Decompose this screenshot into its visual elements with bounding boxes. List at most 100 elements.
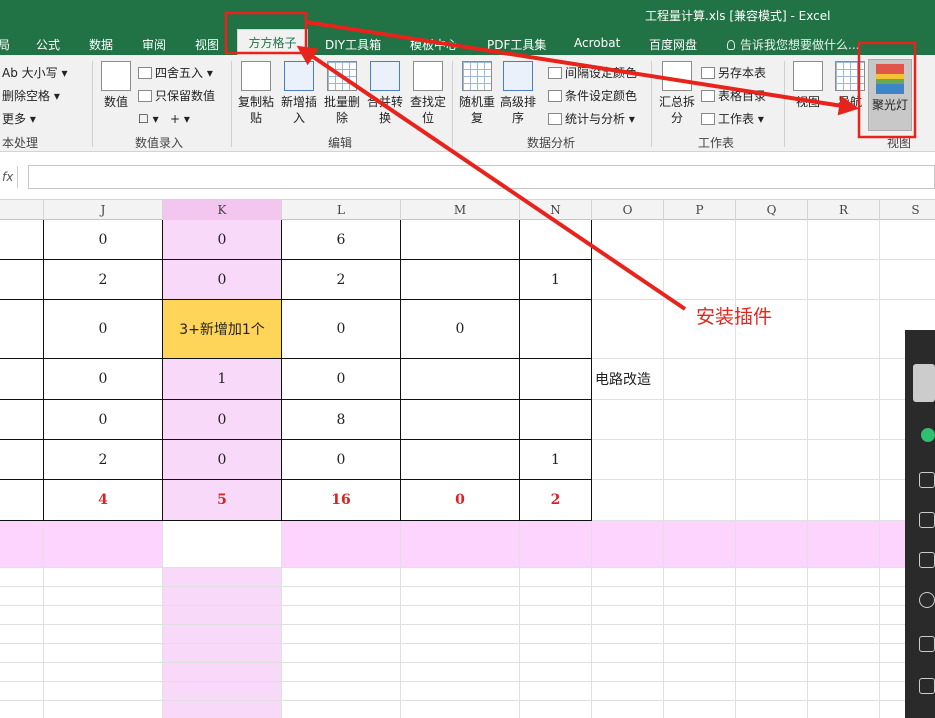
column-header-p[interactable]: P xyxy=(664,200,736,220)
empty-cell[interactable] xyxy=(736,480,808,521)
table-cell[interactable]: 0 xyxy=(44,400,163,440)
cell-i[interactable] xyxy=(0,440,44,480)
empty-cell[interactable] xyxy=(736,701,808,718)
empty-cell[interactable] xyxy=(282,682,401,701)
empty-cell[interactable] xyxy=(163,682,282,701)
empty-cell[interactable] xyxy=(163,644,282,663)
empty-cell[interactable] xyxy=(808,260,880,300)
empty-cell[interactable] xyxy=(664,644,736,663)
spotlight-button[interactable]: 聚光灯 xyxy=(868,59,912,131)
empty-cell[interactable] xyxy=(401,625,520,644)
empty-cell[interactable] xyxy=(282,644,401,663)
column-header-l[interactable]: L xyxy=(282,200,401,220)
highlight-row-cell[interactable] xyxy=(163,521,282,568)
tab-diy-toolbox[interactable]: DIY工具箱 xyxy=(325,36,381,53)
table-cell[interactable]: 3+新增加1个 xyxy=(163,300,282,359)
total-cell[interactable]: 0 xyxy=(401,480,520,521)
highlight-row-cell[interactable] xyxy=(808,521,880,568)
empty-cell[interactable] xyxy=(808,625,880,644)
table-cell[interactable]: 0 xyxy=(44,359,163,400)
empty-cell[interactable] xyxy=(664,663,736,682)
total-cell[interactable]: 5 xyxy=(163,480,282,521)
empty-cell[interactable] xyxy=(163,625,282,644)
tab-data[interactable]: 数据 xyxy=(89,36,113,53)
view-button[interactable]: 视图 xyxy=(786,61,830,110)
empty-cell[interactable] xyxy=(736,587,808,606)
highlight-row-cell[interactable] xyxy=(592,521,664,568)
empty-cell[interactable] xyxy=(736,644,808,663)
table-cell[interactable]: 0 xyxy=(282,300,401,359)
empty-cell[interactable] xyxy=(592,300,664,359)
empty-cell[interactable] xyxy=(592,440,664,480)
stats-analysis-button[interactable]: 统计与分析 ▾ xyxy=(548,109,635,129)
table-cell[interactable]: 0 xyxy=(163,260,282,300)
empty-cell[interactable] xyxy=(736,663,808,682)
empty-cell[interactable] xyxy=(808,300,880,359)
highlight-row-cell[interactable] xyxy=(0,521,44,568)
table-cell[interactable] xyxy=(401,440,520,480)
empty-cell[interactable] xyxy=(0,625,44,644)
total-cell[interactable]: 2 xyxy=(520,480,592,521)
empty-cell[interactable] xyxy=(592,400,664,440)
navigation-button[interactable]: 导航 xyxy=(828,61,872,110)
table-cell[interactable]: 0 xyxy=(401,300,520,359)
merge-convert-button[interactable]: 合并转换 xyxy=(363,61,407,126)
chat-icon[interactable] xyxy=(921,428,935,442)
empty-cell[interactable] xyxy=(44,606,163,625)
conditional-color-button[interactable]: 条件设定颜色 xyxy=(548,86,637,106)
empty-cell[interactable] xyxy=(808,701,880,718)
empty-cell[interactable] xyxy=(736,568,808,587)
empty-cell[interactable] xyxy=(592,701,664,718)
empty-cell[interactable] xyxy=(163,663,282,682)
aperture-icon[interactable] xyxy=(919,592,935,608)
empty-cell[interactable] xyxy=(592,480,664,521)
empty-cell[interactable] xyxy=(664,568,736,587)
column-header-o[interactable]: O xyxy=(592,200,664,220)
round-button[interactable]: 四舍五入 ▾ xyxy=(138,63,213,83)
copy-paste-button[interactable]: 复制粘贴 xyxy=(234,61,278,126)
note-cell[interactable]: 电路改造 xyxy=(592,359,664,400)
empty-cell[interactable] xyxy=(736,400,808,440)
empty-cell[interactable] xyxy=(736,220,808,260)
table-cell[interactable]: 2 xyxy=(44,440,163,480)
empty-cell[interactable] xyxy=(664,400,736,440)
total-cell[interactable]: 16 xyxy=(282,480,401,521)
table-cell[interactable] xyxy=(520,359,592,400)
user-icon[interactable] xyxy=(919,472,935,488)
table-cell[interactable]: 0 xyxy=(163,400,282,440)
empty-cell[interactable] xyxy=(520,568,592,587)
empty-cell[interactable] xyxy=(0,663,44,682)
empty-cell[interactable] xyxy=(592,606,664,625)
empty-cell[interactable] xyxy=(736,260,808,300)
empty-cell[interactable] xyxy=(664,625,736,644)
table-cell[interactable]: 2 xyxy=(44,260,163,300)
insert-button[interactable]: ☐ ▾ + ▾ xyxy=(138,109,190,129)
cell-i[interactable] xyxy=(0,400,44,440)
tab-layout[interactable]: 局 xyxy=(0,36,10,53)
empty-cell[interactable] xyxy=(808,587,880,606)
column-header-n[interactable]: N xyxy=(520,200,592,220)
empty-cell[interactable] xyxy=(520,587,592,606)
case-button[interactable]: Ab 大小写 ▾ xyxy=(2,63,68,83)
function-icon[interactable]: fx xyxy=(0,166,18,188)
tab-formulas[interactable]: 公式 xyxy=(36,36,60,53)
empty-cell[interactable] xyxy=(520,701,592,718)
empty-cell[interactable] xyxy=(44,701,163,718)
empty-cell[interactable] xyxy=(0,682,44,701)
column-header-q[interactable]: Q xyxy=(736,200,808,220)
sheet-toc-button[interactable]: 表格目录 xyxy=(701,86,766,106)
cell-i[interactable] xyxy=(0,220,44,260)
empty-cell[interactable] xyxy=(0,644,44,663)
tab-view[interactable]: 视图 xyxy=(195,36,219,53)
empty-cell[interactable] xyxy=(808,568,880,587)
empty-cell[interactable] xyxy=(592,644,664,663)
summary-split-button[interactable]: 汇总拆分 xyxy=(655,61,699,126)
empty-cell[interactable] xyxy=(401,663,520,682)
empty-cell[interactable] xyxy=(282,568,401,587)
empty-cell[interactable] xyxy=(808,480,880,521)
empty-cell[interactable] xyxy=(282,701,401,718)
highlight-row-cell[interactable] xyxy=(282,521,401,568)
empty-cell[interactable] xyxy=(163,701,282,718)
worksheet-button[interactable]: 工作表 ▾ xyxy=(701,109,764,129)
highlight-row-cell[interactable] xyxy=(44,521,163,568)
